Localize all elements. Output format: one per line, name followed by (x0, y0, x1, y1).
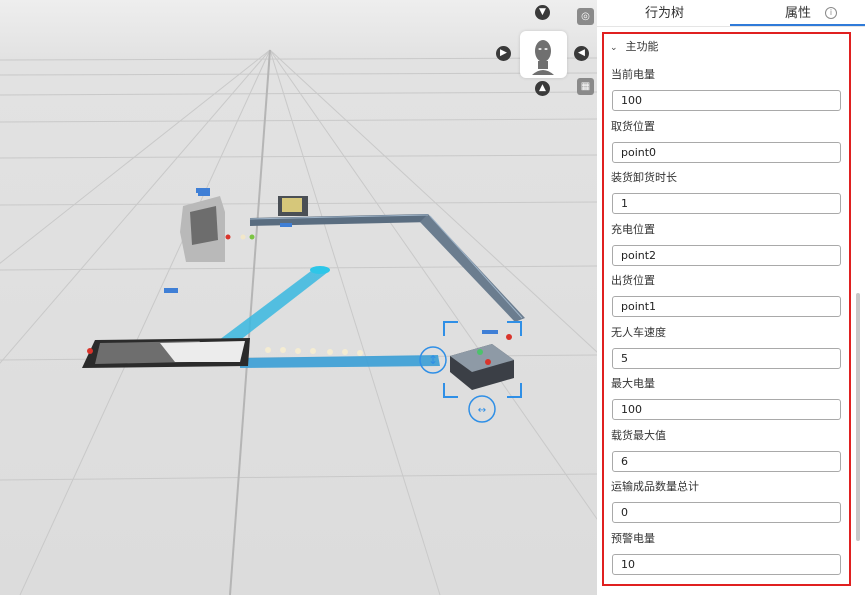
panel-tabs: 行为树 属性 i (597, 0, 865, 27)
field-input[interactable]: 6 (612, 451, 841, 472)
field-label: 载货最大值 (611, 429, 666, 442)
field-input[interactable]: point1 (612, 296, 841, 317)
tab-properties[interactable]: 属性 (785, 0, 811, 27)
field-label: 取货位置 (611, 120, 655, 133)
tag-marker (164, 288, 178, 293)
section-header[interactable]: ⌄ 主功能 (610, 39, 659, 55)
chevron-up-icon[interactable]: ▲ (535, 81, 550, 96)
chevron-right-icon[interactable]: ▶ (496, 46, 511, 61)
field-input[interactable]: 5 (612, 348, 841, 369)
field-label: 无人车速度 (611, 326, 666, 339)
active-tab-indicator (730, 24, 865, 26)
properties-list: ⌄ 主功能 当前电量 100 取货位置 point0 装货卸货时长 1 充电位置… (604, 34, 849, 584)
scene-canvas[interactable]: ↔ ↕ (0, 0, 597, 595)
properties-panel: 行为树 属性 i ⌄ 主功能 当前电量 100 取货位置 point0 装货卸货… (597, 0, 865, 595)
chevron-left-icon[interactable]: ◀ (574, 46, 589, 61)
field-input[interactable]: point0 (612, 142, 841, 163)
field-label: 充电位置 (611, 223, 655, 236)
scene-viewport[interactable]: ↔ ↕ ▼ ▶ ◀ ▲ ◎ ▦ (0, 0, 597, 595)
screenshot-icon[interactable]: ◎ (577, 8, 594, 25)
field-label: 出货位置 (611, 274, 655, 287)
bottom-conveyor (240, 355, 440, 368)
field-label: 装货卸货时长 (611, 171, 677, 184)
agv-vehicle (450, 330, 514, 390)
field-input[interactable]: 10 (612, 554, 841, 575)
field-label: 当前电量 (611, 68, 655, 81)
head-icon (532, 40, 554, 75)
section-title: 主功能 (625, 40, 659, 53)
machine-unit (180, 190, 255, 262)
view-cube[interactable] (520, 31, 567, 78)
scrollbar[interactable] (856, 293, 860, 541)
field-input[interactable]: 100 (612, 399, 841, 420)
tag-marker (196, 188, 210, 193)
field-input[interactable]: point2 (612, 245, 841, 266)
shelf-unit (278, 196, 308, 216)
app-root: ↔ ↕ ▼ ▶ ◀ ▲ ◎ ▦ 行为树 属性 i ⌄ 主功能 当前电量 100 … (0, 0, 865, 595)
info-icon[interactable]: i (825, 7, 837, 19)
field-input[interactable]: 100 (612, 90, 841, 111)
field-input[interactable]: 0 (612, 502, 841, 523)
field-label: 预警电量 (611, 532, 655, 545)
svg-text:↕: ↕ (428, 353, 438, 367)
field-label: 最大电量 (611, 377, 655, 390)
chevron-down-icon[interactable]: ▼ (535, 5, 550, 20)
svg-text:↔: ↔ (478, 405, 486, 416)
chevron-down-icon: ⌄ (610, 43, 618, 53)
field-input[interactable]: 1 (612, 193, 841, 214)
tab-behavior-tree[interactable]: 行为树 (645, 0, 684, 27)
tag-marker (280, 223, 292, 227)
grid-icon[interactable]: ▦ (577, 78, 594, 95)
dock-platform (82, 338, 250, 368)
field-label: 运输成品数量总计 (611, 480, 699, 493)
